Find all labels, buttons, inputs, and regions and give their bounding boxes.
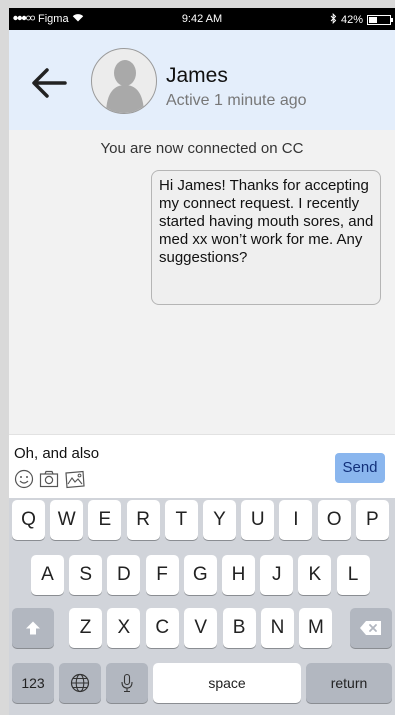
battery-percent: 42% xyxy=(340,14,363,26)
key-z[interactable]: Z xyxy=(69,608,102,648)
key-v[interactable]: V xyxy=(184,608,218,648)
smiley-icon[interactable] xyxy=(14,469,34,489)
camera-icon[interactable] xyxy=(39,469,59,489)
message-input[interactable] xyxy=(14,443,314,463)
globe-key[interactable] xyxy=(59,663,101,703)
bluetooth-icon xyxy=(330,12,337,27)
key-r[interactable]: R xyxy=(126,500,160,540)
message-bubble[interactable]: Hi James! Thanks for accepting my connec… xyxy=(151,170,381,305)
key-k[interactable]: K xyxy=(298,555,332,595)
backspace-icon xyxy=(360,621,381,635)
message-list[interactable]: You are now connected on CC Hi James! Th… xyxy=(9,130,395,434)
back-button[interactable] xyxy=(29,66,69,100)
send-button[interactable]: Send xyxy=(335,453,385,483)
key-c[interactable]: C xyxy=(145,608,179,648)
key-h[interactable]: H xyxy=(222,555,255,595)
globe-icon xyxy=(70,673,90,693)
key-w[interactable]: W xyxy=(50,500,84,540)
key-a[interactable]: A xyxy=(31,555,64,595)
key-y[interactable]: Y xyxy=(203,500,236,540)
composer-attachments xyxy=(14,469,85,489)
system-message: You are now connected on CC xyxy=(100,140,304,157)
return-key[interactable]: return xyxy=(306,663,392,703)
dictation-key[interactable] xyxy=(106,663,148,703)
shift-arrow-icon xyxy=(26,621,40,635)
key-l[interactable]: L xyxy=(336,555,370,595)
key-m[interactable]: M xyxy=(299,608,333,648)
key-g[interactable]: G xyxy=(183,555,217,595)
contact-name: James xyxy=(166,64,228,87)
device-frame: Figma 9:42 AM 42% James Active 1 minute … xyxy=(0,0,395,715)
chat-header: James Active 1 minute ago xyxy=(9,30,395,130)
key-o[interactable]: O xyxy=(317,500,351,540)
key-u[interactable]: U xyxy=(241,500,275,540)
status-bar: Figma 9:42 AM 42% xyxy=(9,8,395,30)
key-e[interactable]: E xyxy=(88,500,122,540)
battery-icon xyxy=(367,15,393,25)
shift-key[interactable] xyxy=(12,608,54,648)
key-p[interactable]: P xyxy=(355,500,389,540)
key-f[interactable]: F xyxy=(145,555,179,595)
delete-key[interactable] xyxy=(350,608,392,648)
contact-status: Active 1 minute ago xyxy=(166,92,307,109)
person-silhouette-icon xyxy=(106,60,144,113)
message-composer: Send xyxy=(9,434,395,498)
key-d[interactable]: D xyxy=(107,555,141,595)
back-arrow-icon xyxy=(32,68,67,98)
avatar[interactable] xyxy=(91,48,157,114)
microphone-icon xyxy=(121,673,133,693)
screen: Figma 9:42 AM 42% James Active 1 minute … xyxy=(9,8,395,715)
numbers-key[interactable]: 123 xyxy=(12,663,54,703)
image-icon[interactable] xyxy=(64,469,85,489)
key-j[interactable]: J xyxy=(260,555,294,595)
keyboard: 123 space return QWERTYUIOP ASDFGHJKL ZXCV… xyxy=(9,498,395,715)
key-n[interactable]: N xyxy=(261,608,294,648)
space-key[interactable]: space xyxy=(153,663,301,703)
key-s[interactable]: S xyxy=(69,555,103,595)
status-right: 42% xyxy=(330,12,393,27)
key-i[interactable]: I xyxy=(279,500,313,540)
key-t[interactable]: T xyxy=(164,500,198,540)
key-b[interactable]: B xyxy=(222,608,256,648)
key-x[interactable]: X xyxy=(107,608,141,648)
battery-fill xyxy=(369,17,377,23)
key-q[interactable]: Q xyxy=(12,500,45,540)
